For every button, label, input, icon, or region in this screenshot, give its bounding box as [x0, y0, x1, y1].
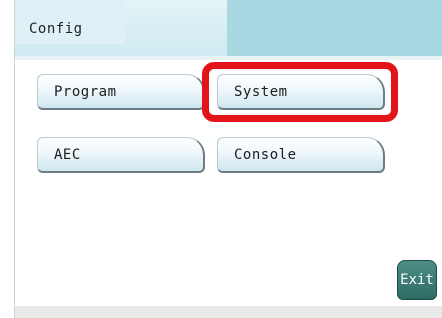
exit-button[interactable]: Exit [397, 260, 437, 300]
aec-button[interactable]: AEC [37, 137, 205, 173]
footer-bar [15, 306, 442, 318]
config-screen: Config Program System AEC Console Exit [0, 0, 442, 318]
system-button-label: System [234, 84, 288, 100]
header-bar: Config [15, 0, 442, 56]
program-button[interactable]: Program [37, 74, 205, 110]
config-panel: Config Program System AEC Console Exit [14, 0, 442, 318]
console-button[interactable]: Console [217, 137, 385, 173]
page-title: Config [29, 21, 83, 37]
screen-left-border [0, 0, 14, 318]
console-button-label: Console [234, 147, 297, 163]
program-button-label: Program [54, 84, 117, 100]
aec-button-label: AEC [54, 147, 81, 163]
header-divider [15, 56, 442, 60]
system-button[interactable]: System [217, 74, 385, 110]
header-title-box: Config [15, 0, 125, 44]
